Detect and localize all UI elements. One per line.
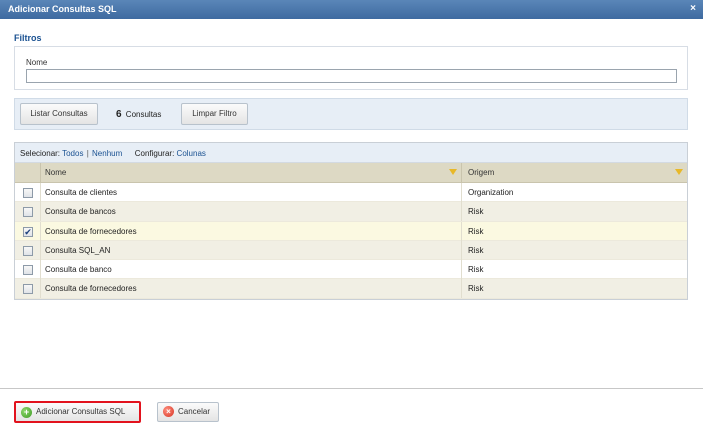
column-header-origem[interactable]: Origem xyxy=(468,163,494,182)
cell-nome: Consulta de banco xyxy=(45,265,112,275)
table-row[interactable]: Consulta de banco Risk xyxy=(15,260,687,280)
grid-toolbar: Selecionar: Todos | Nenhum Configurar: C… xyxy=(15,143,687,163)
queries-grid: Selecionar: Todos | Nenhum Configurar: C… xyxy=(14,142,688,300)
table-row[interactable]: Consulta de bancos Risk xyxy=(15,202,687,222)
cell-origem: Risk xyxy=(468,245,484,255)
add-circle-icon: + xyxy=(21,407,32,418)
action-bar: Listar Consultas 6 Consultas Limpar Filt… xyxy=(14,98,688,130)
list-queries-button[interactable]: Listar Consultas xyxy=(20,103,98,125)
select-label: Selecionar: xyxy=(20,149,61,158)
row-checkbox[interactable] xyxy=(23,265,33,276)
filter-funnel-icon[interactable] xyxy=(449,169,457,175)
grid-rows: Consulta de clientes Organization Consul… xyxy=(15,183,687,299)
cell-origem: Risk xyxy=(468,226,484,236)
row-checkbox[interactable] xyxy=(23,245,33,256)
cell-origem: Risk xyxy=(468,207,484,217)
cancel-circle-icon: × xyxy=(163,406,174,417)
cell-origem: Risk xyxy=(468,284,484,294)
cancel-button[interactable]: × Cancelar xyxy=(157,402,219,422)
filter-panel: Nome xyxy=(14,46,688,90)
query-count-number: 6 xyxy=(116,109,122,120)
select-all-link[interactable]: Todos xyxy=(62,149,83,158)
cell-origem: Risk xyxy=(468,265,484,275)
add-sql-queries-button[interactable]: + Adicionar Consultas SQL xyxy=(14,401,141,423)
configure-columns-link[interactable]: Colunas xyxy=(177,149,206,158)
row-checkbox[interactable] xyxy=(23,188,33,198)
table-row[interactable]: Consulta de fornecedores Risk xyxy=(15,279,687,299)
table-row[interactable]: Consulta SQL_AN Risk xyxy=(15,240,687,261)
footer-divider xyxy=(0,388,703,389)
query-count: 6 Consultas xyxy=(116,109,161,120)
close-icon[interactable]: × xyxy=(690,3,696,14)
dialog-titlebar: Adicionar Consultas SQL × xyxy=(0,0,703,19)
column-header-nome[interactable]: Nome xyxy=(45,163,66,182)
grid-header: Nome Origem xyxy=(15,163,687,183)
nome-input[interactable] xyxy=(26,69,677,83)
add-button-label: Adicionar Consultas SQL xyxy=(36,407,126,416)
dialog-title: Adicionar Consultas SQL xyxy=(8,4,117,14)
configure-label: Configurar: xyxy=(134,149,175,158)
row-checkbox[interactable] xyxy=(23,207,33,218)
link-separator: | xyxy=(86,149,89,158)
row-checkbox[interactable] xyxy=(23,284,33,295)
row-checkbox[interactable]: ✔ xyxy=(23,226,33,237)
cancel-button-label: Cancelar xyxy=(178,407,211,416)
cell-nome: Consulta de bancos xyxy=(45,207,116,217)
cell-origem: Organization xyxy=(468,188,514,197)
nome-label: Nome xyxy=(26,58,48,67)
cell-nome: Consulta de fornecedores xyxy=(45,284,137,294)
query-count-suffix: Consultas xyxy=(125,110,162,119)
filters-section-label: Filtros xyxy=(14,33,42,43)
cell-nome: Consulta SQL_AN xyxy=(45,245,111,255)
cell-nome: Consulta de fornecedores xyxy=(45,226,137,236)
clear-filter-button[interactable]: Limpar Filtro xyxy=(181,103,248,125)
filter-funnel-icon[interactable] xyxy=(675,169,683,175)
select-none-link[interactable]: Nenhum xyxy=(92,149,122,158)
cell-nome: Consulta de clientes xyxy=(45,188,118,197)
table-row[interactable]: ✔ Consulta de fornecedores Risk xyxy=(15,221,687,241)
table-row[interactable]: Consulta de clientes Organization xyxy=(15,183,687,203)
